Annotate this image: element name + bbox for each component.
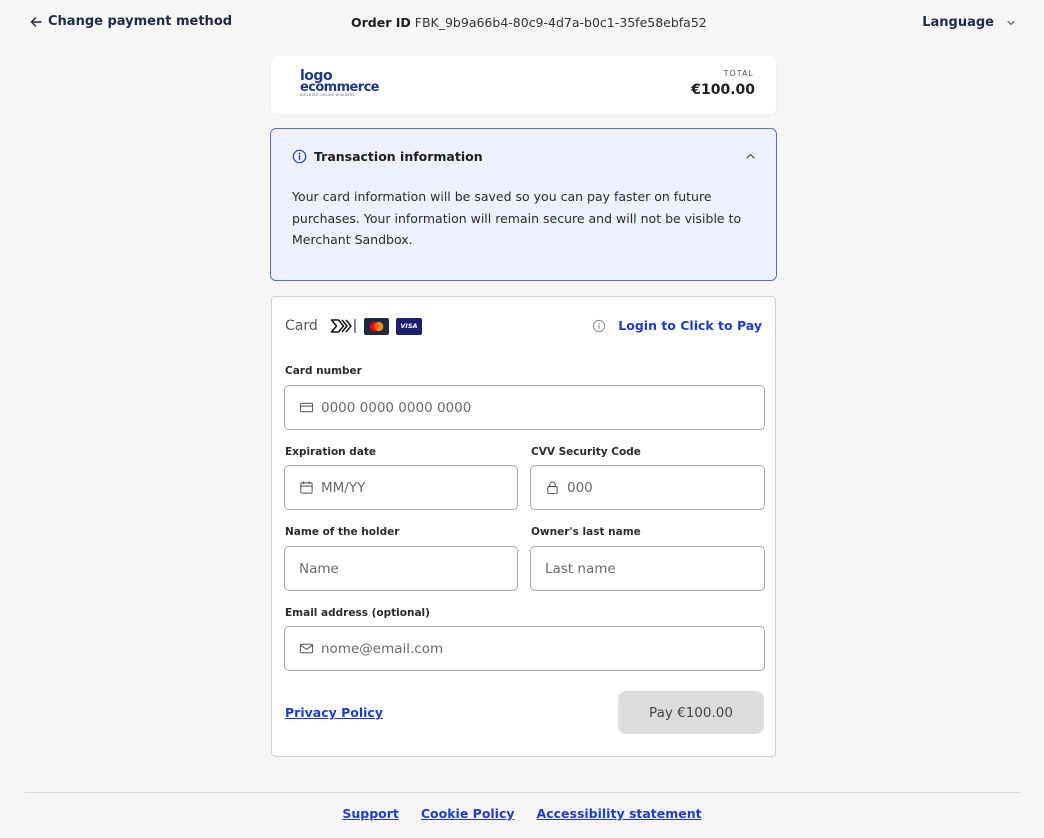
logo-text-line2: ecommerce xyxy=(300,80,380,95)
last-name-input[interactable] xyxy=(545,560,764,577)
expiration-label: Expiration date xyxy=(285,446,377,458)
chevron-up-icon[interactable] xyxy=(745,151,756,162)
login-click-to-pay-label: Login to Click to Pay xyxy=(618,318,762,333)
change-payment-method-label: Change payment method xyxy=(48,14,233,29)
cvv-input[interactable] xyxy=(567,479,764,496)
order-id: Order ID FBK_9b9a66b4-80c9-4d7a-b0c1-35fe… xyxy=(351,15,707,30)
mail-icon xyxy=(299,643,314,654)
login-click-to-pay-link[interactable]: Login to Click to Pay xyxy=(592,318,762,333)
change-payment-method-link[interactable]: Change payment method xyxy=(30,14,232,29)
accessibility-statement-link[interactable]: Accessibility statement xyxy=(537,806,702,821)
merchant-summary-card: logo ecommerce BUILDING ONLINE BUSINESS … xyxy=(271,56,776,114)
expiration-input[interactable] xyxy=(321,479,517,496)
cvv-field[interactable] xyxy=(530,465,765,510)
holder-name-label: Name of the holder xyxy=(285,526,400,538)
pay-button[interactable]: Pay €100.00 xyxy=(618,691,764,734)
visa-icon: VISA xyxy=(396,318,422,335)
info-icon xyxy=(593,319,606,332)
order-id-value: FBK_9b9a66b4-80c9-4d7a-b0c1-35fe58ebfa52 xyxy=(414,15,707,30)
info-icon xyxy=(292,149,307,164)
language-label: Language xyxy=(922,15,994,30)
email-label: Email address (optional) xyxy=(285,607,430,619)
total-amount: €100.00 xyxy=(691,82,755,98)
email-input[interactable] xyxy=(321,640,764,657)
transaction-info-header[interactable]: Transaction information xyxy=(292,149,483,164)
privacy-policy-link[interactable]: Privacy Policy xyxy=(285,705,383,720)
support-link[interactable]: Support xyxy=(342,806,399,821)
transaction-info-panel: Transaction information Your card inform… xyxy=(270,128,777,281)
language-selector[interactable]: Language xyxy=(922,15,1016,30)
footer-divider xyxy=(25,792,1021,793)
merchant-logo: logo ecommerce BUILDING ONLINE BUSINESS xyxy=(300,69,380,100)
credit-card-icon xyxy=(299,402,314,413)
order-id-label: Order ID xyxy=(351,15,411,30)
last-name-label: Owner's last name xyxy=(531,526,641,538)
mastercard-icon xyxy=(364,318,389,335)
email-field[interactable] xyxy=(284,626,765,671)
expiration-field[interactable] xyxy=(284,465,518,510)
transaction-info-title: Transaction information xyxy=(314,149,483,164)
footer-links: Support Cookie Policy Accessibility stat… xyxy=(0,806,1044,821)
cookie-policy-link[interactable]: Cookie Policy xyxy=(421,806,515,821)
card-section-title: Card xyxy=(285,318,318,334)
cvv-label: CVV Security Code xyxy=(531,446,641,458)
click-to-pay-icon xyxy=(330,319,356,333)
total-label: TOTAL xyxy=(723,69,754,78)
holder-name-input[interactable] xyxy=(299,560,517,577)
card-number-input[interactable] xyxy=(321,399,764,416)
lock-icon xyxy=(547,481,558,495)
chevron-down-icon xyxy=(1007,20,1015,25)
arrow-left-icon xyxy=(30,16,42,27)
card-number-label: Card number xyxy=(285,365,362,377)
calendar-icon xyxy=(300,481,313,494)
card-payment-form: Card VISA Login to Click to Pay Card num… xyxy=(271,296,776,757)
last-name-field[interactable] xyxy=(530,546,765,591)
top-bar: Change payment method Order ID FBK_9b9a66… xyxy=(0,0,1044,46)
holder-name-field[interactable] xyxy=(284,546,518,591)
transaction-info-text: Your card information will be saved so y… xyxy=(292,189,742,247)
card-number-field[interactable] xyxy=(284,385,765,430)
